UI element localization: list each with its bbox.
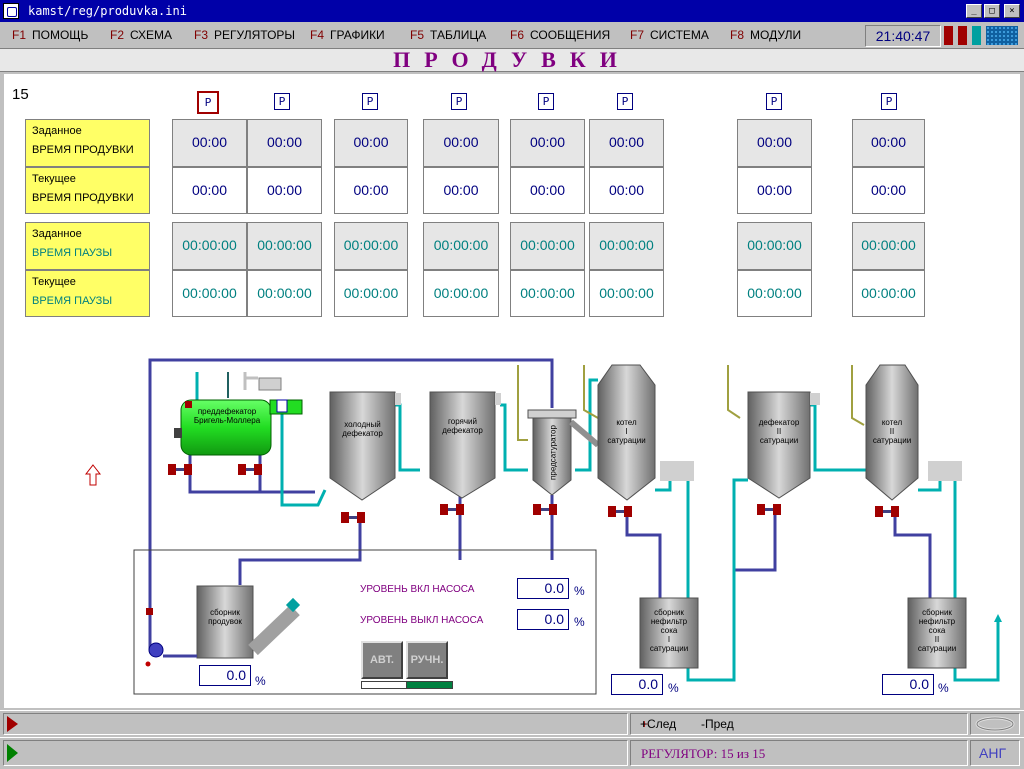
next-button[interactable]: ++След: [640, 717, 676, 731]
cold-defecator-label: холодный дефекатор: [342, 420, 383, 438]
pump-indicator: [146, 608, 153, 615]
prev-button[interactable]: -Пред: [701, 717, 734, 731]
presaturator-transfer: [569, 419, 600, 448]
auto-mode-button[interactable]: АВТ.: [361, 641, 403, 679]
screw-conveyor: [248, 604, 300, 656]
hot-defecator-vessel[interactable]: [429, 391, 496, 499]
boiler-1-label: котел Iсатурации: [607, 418, 646, 445]
tank-2-level: 0.0: [882, 674, 934, 695]
play-green-icon: [7, 744, 18, 762]
level-off-label: УРОВЕНЬ ВЫКЛ НАСОСА: [360, 615, 484, 626]
defecator-2-label: дефекатор II сатурации: [758, 418, 800, 445]
pump-icon[interactable]: [148, 642, 164, 658]
level-on-label: УРОВЕНЬ ВКЛ НАСОСА: [360, 584, 475, 595]
lime-doser: [258, 377, 282, 391]
hot-defecator-nozzle: [495, 393, 501, 405]
cold-defecator-vessel[interactable]: [329, 391, 396, 501]
status-bar-bottom: РЕГУЛЯТОР: 15 из 15 АНГ: [0, 737, 1024, 769]
outlet-arrow: [994, 614, 1002, 622]
message-field-2: [3, 740, 628, 766]
steam-line: [243, 372, 258, 390]
play-red-icon: [7, 716, 18, 732]
level-off-unit: %: [574, 615, 585, 629]
cold-defecator-nozzle: [395, 393, 401, 405]
presaturator-label: предсатуратор: [548, 425, 558, 480]
collector-level-unit: %: [255, 674, 266, 688]
collector-label: сборник продувок: [208, 608, 242, 626]
lang-indicator[interactable]: АНГ: [979, 745, 1006, 761]
level-on-input[interactable]: 0.0: [517, 578, 569, 599]
collector-level: 0.0: [199, 665, 251, 686]
process-diagram: [84, 358, 1002, 695]
regulator-field: РЕГУЛЯТОР: 15 из 15: [630, 740, 968, 766]
manual-mode-indicator: [406, 681, 453, 689]
auto-mode-indicator: [361, 681, 408, 689]
level-on-unit: %: [574, 584, 585, 598]
predefecator-motor: [174, 428, 182, 438]
scroll-up-arrow[interactable]: [84, 464, 102, 486]
logo-field: [970, 713, 1020, 735]
tank-1-level-unit: %: [668, 681, 679, 695]
message-field-1: [3, 713, 628, 735]
nav-field: ++След -Пред: [630, 713, 968, 735]
tank-2-level-unit: %: [938, 681, 949, 695]
lang-field[interactable]: АНГ: [970, 740, 1020, 766]
predefecator-label: преддефекатор Бригель-Моллера: [193, 407, 261, 425]
boiler-2-label: котел II сатурации: [872, 418, 912, 445]
hot-defecator-label: горячий дефекатор: [442, 417, 483, 435]
defecator-2-vessel[interactable]: [747, 391, 811, 499]
manual-mode-button[interactable]: РУЧН.: [406, 641, 448, 679]
logo-icon: [975, 716, 1015, 732]
tank-2-label: сборник нефильтр сока II сатурации: [917, 608, 957, 653]
regulator-status: РЕГУЛЯТОР: 15 из 15: [641, 746, 766, 761]
defecator-2-nozzle: [810, 393, 820, 405]
level-off-input[interactable]: 0.0: [517, 609, 569, 630]
boiler-1-separator: [660, 461, 694, 481]
boiler-2-separator: [928, 461, 962, 481]
predefecator-valve-icon: [276, 399, 288, 413]
pump-status-dot: [145, 661, 151, 667]
status-bar-top: ++След -Пред: [0, 710, 1024, 737]
tank-1-level: 0.0: [611, 674, 663, 695]
tank-1-label: сборник нефильтр сока Iсатурации: [649, 608, 689, 653]
